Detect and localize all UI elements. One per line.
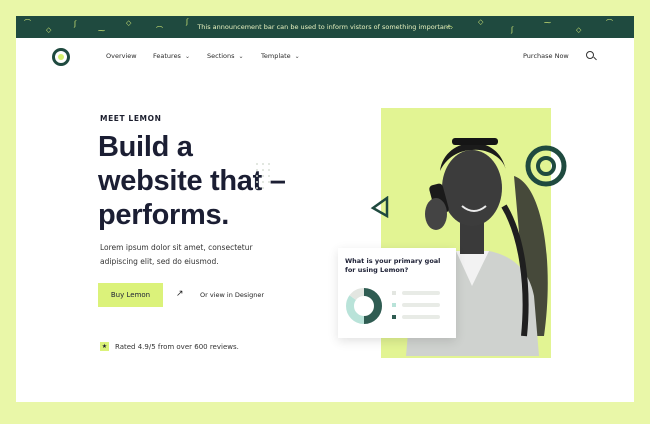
confetti-decoration: ʃ bbox=[511, 26, 514, 34]
confetti-decoration: ʃ bbox=[186, 18, 189, 26]
nav-item-overview[interactable]: Overview bbox=[106, 52, 137, 60]
nav-item-label: Template bbox=[261, 52, 291, 60]
hero-eyebrow: MEET LEMON bbox=[100, 114, 162, 123]
legend-bar bbox=[402, 291, 440, 295]
chevron-down-icon: ⌄ bbox=[294, 52, 300, 60]
rating-row: ★ Rated 4.9/5 from over 600 reviews. bbox=[100, 342, 239, 351]
nav-item-label: Features bbox=[153, 52, 181, 60]
chevron-down-icon: ⌄ bbox=[238, 52, 244, 60]
chevron-down-icon: ⌄ bbox=[184, 52, 190, 60]
survey-question: What is your primary goal for using Lemo… bbox=[345, 257, 441, 274]
triangle-decoration bbox=[370, 196, 389, 218]
headline-line: Build a bbox=[98, 131, 193, 163]
arrow-up-right-icon[interactable]: ↗ bbox=[176, 289, 184, 299]
legend-swatch bbox=[392, 303, 396, 307]
top-navigation: Overview Features ⌄ Sections ⌄ Template … bbox=[16, 38, 634, 78]
nav-item-features[interactable]: Features ⌄ bbox=[153, 52, 190, 60]
announcement-bar: ⌒ ◇ ʃ ⁓ ◇ ⌒ ʃ ⌒ ◇ ʃ ⁓ ◇ ⌒ This announcem… bbox=[16, 16, 634, 38]
lemon-logo[interactable] bbox=[52, 48, 70, 66]
view-in-designer-link[interactable]: Or view in Designer bbox=[200, 291, 264, 299]
nav-item-sections[interactable]: Sections ⌄ bbox=[207, 52, 244, 60]
legend-bar bbox=[402, 303, 440, 307]
donut-chart bbox=[346, 288, 382, 324]
legend-swatch bbox=[392, 315, 396, 319]
search-icon[interactable] bbox=[586, 51, 594, 59]
legend-bar bbox=[402, 315, 440, 319]
confetti-decoration: ⁓ bbox=[544, 19, 551, 27]
confetti-decoration: ◇ bbox=[126, 19, 132, 27]
nav-item-label: Overview bbox=[106, 52, 137, 60]
star-icon: ★ bbox=[100, 342, 109, 351]
dots-decoration bbox=[256, 163, 270, 189]
confetti-decoration: ⌒ bbox=[156, 26, 163, 34]
headline-line: performs. bbox=[98, 199, 230, 231]
rating-text: Rated 4.9/5 from over 600 reviews. bbox=[115, 342, 239, 351]
confetti-decoration: ⌒ bbox=[606, 19, 613, 27]
announcement-text: This announcement bar can be used to inf… bbox=[197, 23, 453, 31]
legend-row bbox=[392, 303, 440, 307]
headline-line: website that – bbox=[98, 165, 286, 197]
hero-headline: Build a website that – performs. bbox=[98, 130, 338, 232]
purchase-now-link[interactable]: Purchase Now bbox=[523, 52, 569, 60]
legend-row bbox=[392, 315, 440, 319]
confetti-decoration: ʃ bbox=[74, 20, 77, 28]
legend-swatch bbox=[392, 291, 396, 295]
page-frame: ⌒ ◇ ʃ ⁓ ◇ ⌒ ʃ ⌒ ◇ ʃ ⁓ ◇ ⌒ This announcem… bbox=[16, 16, 634, 402]
nav-item-label: Sections bbox=[207, 52, 235, 60]
hero-subtext: Lorem ipsum dolor sit amet, consectetur … bbox=[100, 243, 253, 266]
confetti-decoration: ◇ bbox=[478, 18, 484, 26]
confetti-decoration: ◇ bbox=[46, 26, 52, 34]
buy-lemon-button[interactable]: Buy Lemon bbox=[98, 283, 163, 307]
confetti-decoration: ⁓ bbox=[98, 27, 105, 35]
nav-item-template[interactable]: Template ⌄ bbox=[261, 52, 300, 60]
confetti-decoration: ◇ bbox=[576, 26, 582, 34]
legend-row bbox=[392, 291, 440, 295]
confetti-decoration: ⌒ bbox=[24, 19, 31, 27]
concentric-circle-decoration bbox=[525, 145, 567, 187]
survey-card: What is your primary goal for using Lemo… bbox=[338, 248, 456, 338]
